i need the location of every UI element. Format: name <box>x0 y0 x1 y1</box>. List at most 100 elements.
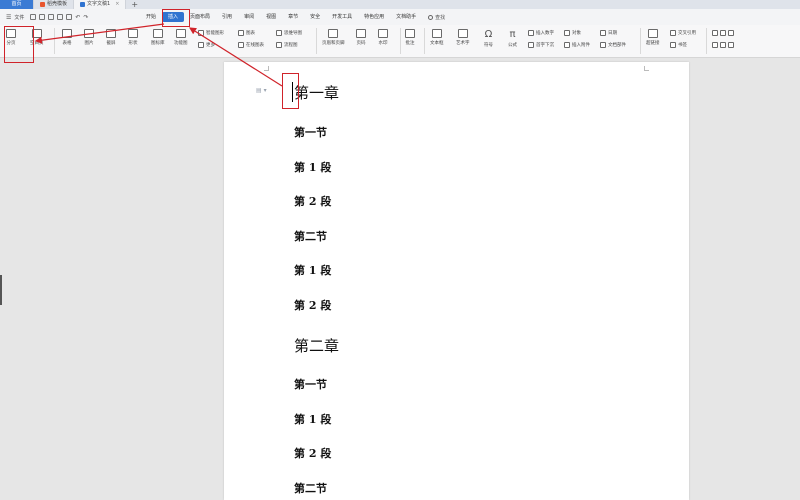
bookmark-button[interactable]: 书签 <box>670 42 687 48</box>
paragraph-marker-icon[interactable]: ▤ ▾ <box>256 87 267 94</box>
comment-button[interactable]: 批注 <box>405 29 415 46</box>
export-icon[interactable] <box>39 14 46 20</box>
more-button[interactable]: 更多 <box>198 42 215 48</box>
doc-chapter-heading[interactable]: 第二章 <box>294 335 339 356</box>
page-number-icon <box>356 29 366 38</box>
doc-paragraph[interactable]: 第 1 段 <box>294 262 331 278</box>
print-icon[interactable] <box>48 14 55 20</box>
shape-button[interactable]: 形状 <box>128 29 138 46</box>
text-box-button[interactable]: 文本框 <box>430 29 444 46</box>
more-icon <box>198 42 204 48</box>
menu-security[interactable]: 安全 <box>304 12 326 22</box>
function-chart-label: 功能图 <box>174 41 188 46</box>
save-icon[interactable] <box>30 14 37 20</box>
object-label: 对象 <box>572 31 581 36</box>
icon-library-button[interactable]: 图标库 <box>151 29 165 46</box>
formula-button[interactable]: π 公式 <box>508 29 517 48</box>
tab-docer[interactable]: 稻壳模板 <box>34 0 75 9</box>
word-art-button[interactable]: 艺术字 <box>456 29 470 46</box>
undo-icon[interactable]: ↶ <box>75 14 80 21</box>
menu-review[interactable]: 审阅 <box>238 12 260 22</box>
symbol-button[interactable]: Ω 符号 <box>484 29 493 48</box>
doc-paragraph[interactable]: 第 2 段 <box>294 445 331 461</box>
insert-number-label: 插入数字 <box>536 31 554 36</box>
doc-chapter-heading[interactable]: 第一章 <box>294 82 339 103</box>
ribbon-insert: 分页 空白页 表格 图片 截屏 形状 图标库 功能图 智能图形 图表 思维导图 … <box>0 25 800 58</box>
flowchart-label: 流程图 <box>284 43 298 48</box>
menu-home[interactable]: 开始 <box>140 12 162 22</box>
icon-library-label: 图标库 <box>151 41 165 46</box>
menu-features[interactable]: 特色应用 <box>358 12 390 22</box>
online-chart-button[interactable]: 在线图表 <box>238 42 264 48</box>
layout-column-icon[interactable] <box>720 30 726 36</box>
file-menu[interactable]: 文件 <box>14 14 24 21</box>
object-button[interactable]: 对象 <box>564 30 581 36</box>
picture-icon <box>84 29 94 38</box>
menu-assistant[interactable]: 文档助手 <box>390 12 422 22</box>
insert-number-button[interactable]: 插入数字 <box>528 30 554 36</box>
ribbon-divider <box>706 28 707 54</box>
docer-icon <box>40 2 45 7</box>
layout-rotate-icon[interactable] <box>728 42 734 48</box>
bookmark-label: 书签 <box>678 43 687 48</box>
menu-developer[interactable]: 开发工具 <box>326 12 358 22</box>
header-footer-button[interactable]: 页眉和页脚 <box>322 29 345 46</box>
chart-button[interactable]: 图表 <box>238 30 255 36</box>
smart-art-icon <box>198 30 204 36</box>
date-button[interactable]: 日期 <box>600 30 617 36</box>
layout-grid-icon[interactable] <box>712 30 718 36</box>
tab-document[interactable]: 文字文稿1 × <box>74 0 127 9</box>
search-box[interactable]: 查找 <box>422 14 445 21</box>
cross-reference-button[interactable]: 交叉引用 <box>670 30 696 36</box>
screenshot-label: 截屏 <box>106 41 116 46</box>
doc-paragraph[interactable]: 第 2 段 <box>294 193 331 209</box>
doc-section-heading[interactable]: 第一节 <box>294 124 327 140</box>
ribbon-divider <box>640 28 641 54</box>
formula-label: 公式 <box>508 43 517 48</box>
close-icon[interactable]: × <box>115 0 119 9</box>
preview-icon[interactable] <box>57 14 64 20</box>
document-parts-label: 文档部件 <box>608 43 626 48</box>
hyperlink-label: 超链接 <box>646 41 660 46</box>
document-parts-button[interactable]: 文档部件 <box>600 42 626 48</box>
page-number-button[interactable]: 页码 <box>356 29 366 46</box>
hamburger-icon[interactable]: ☰ <box>6 14 11 21</box>
comment-icon <box>405 29 415 38</box>
picture-button[interactable]: 图片 <box>84 29 94 46</box>
insert-attachment-button[interactable]: 插入附件 <box>564 42 590 48</box>
layout-page-icon[interactable] <box>728 30 734 36</box>
add-tab-button[interactable]: + <box>126 0 143 9</box>
hyperlink-button[interactable]: 超链接 <box>646 29 660 46</box>
layout-wrap-icon[interactable] <box>712 42 718 48</box>
table-button[interactable]: 表格 <box>62 29 72 46</box>
smart-art-button[interactable]: 智能图形 <box>198 30 224 36</box>
drop-cap-button[interactable]: 首字下沉 <box>528 42 554 48</box>
doc-section-heading[interactable]: 第二节 <box>294 480 327 496</box>
link-icon <box>647 29 658 38</box>
tab-document-label: 文字文稿1 <box>87 1 111 7</box>
insert-menu-highlight <box>162 9 190 27</box>
function-chart-button[interactable]: 功能图 <box>174 29 188 46</box>
scroll-indicator[interactable] <box>0 275 2 305</box>
menu-references[interactable]: 引用 <box>216 12 238 22</box>
redo-icon[interactable]: ↷ <box>83 14 88 21</box>
format-painter-icon[interactable] <box>66 14 73 20</box>
watermark-icon <box>378 29 388 38</box>
doc-paragraph[interactable]: 第 2 段 <box>294 297 331 313</box>
mind-map-button[interactable]: 思维导图 <box>276 30 302 36</box>
tab-home[interactable]: 首页 <box>0 0 34 9</box>
word-art-label: 艺术字 <box>456 41 470 46</box>
doc-paragraph[interactable]: 第 1 段 <box>294 411 331 427</box>
watermark-button[interactable]: 水印 <box>378 29 388 46</box>
screenshot-button[interactable]: 截屏 <box>106 29 116 46</box>
menu-view[interactable]: 视图 <box>260 12 282 22</box>
doc-section-heading[interactable]: 第一节 <box>294 376 327 392</box>
layout-align-icon[interactable] <box>720 42 726 48</box>
flowchart-button[interactable]: 流程图 <box>276 42 298 48</box>
doc-section-heading[interactable]: 第二节 <box>294 228 327 244</box>
menu-chapter[interactable]: 章节 <box>282 12 304 22</box>
cross-reference-icon <box>670 30 676 36</box>
icon-library-icon <box>152 29 163 38</box>
doc-paragraph[interactable]: 第 1 段 <box>294 159 331 175</box>
date-icon <box>600 30 606 36</box>
